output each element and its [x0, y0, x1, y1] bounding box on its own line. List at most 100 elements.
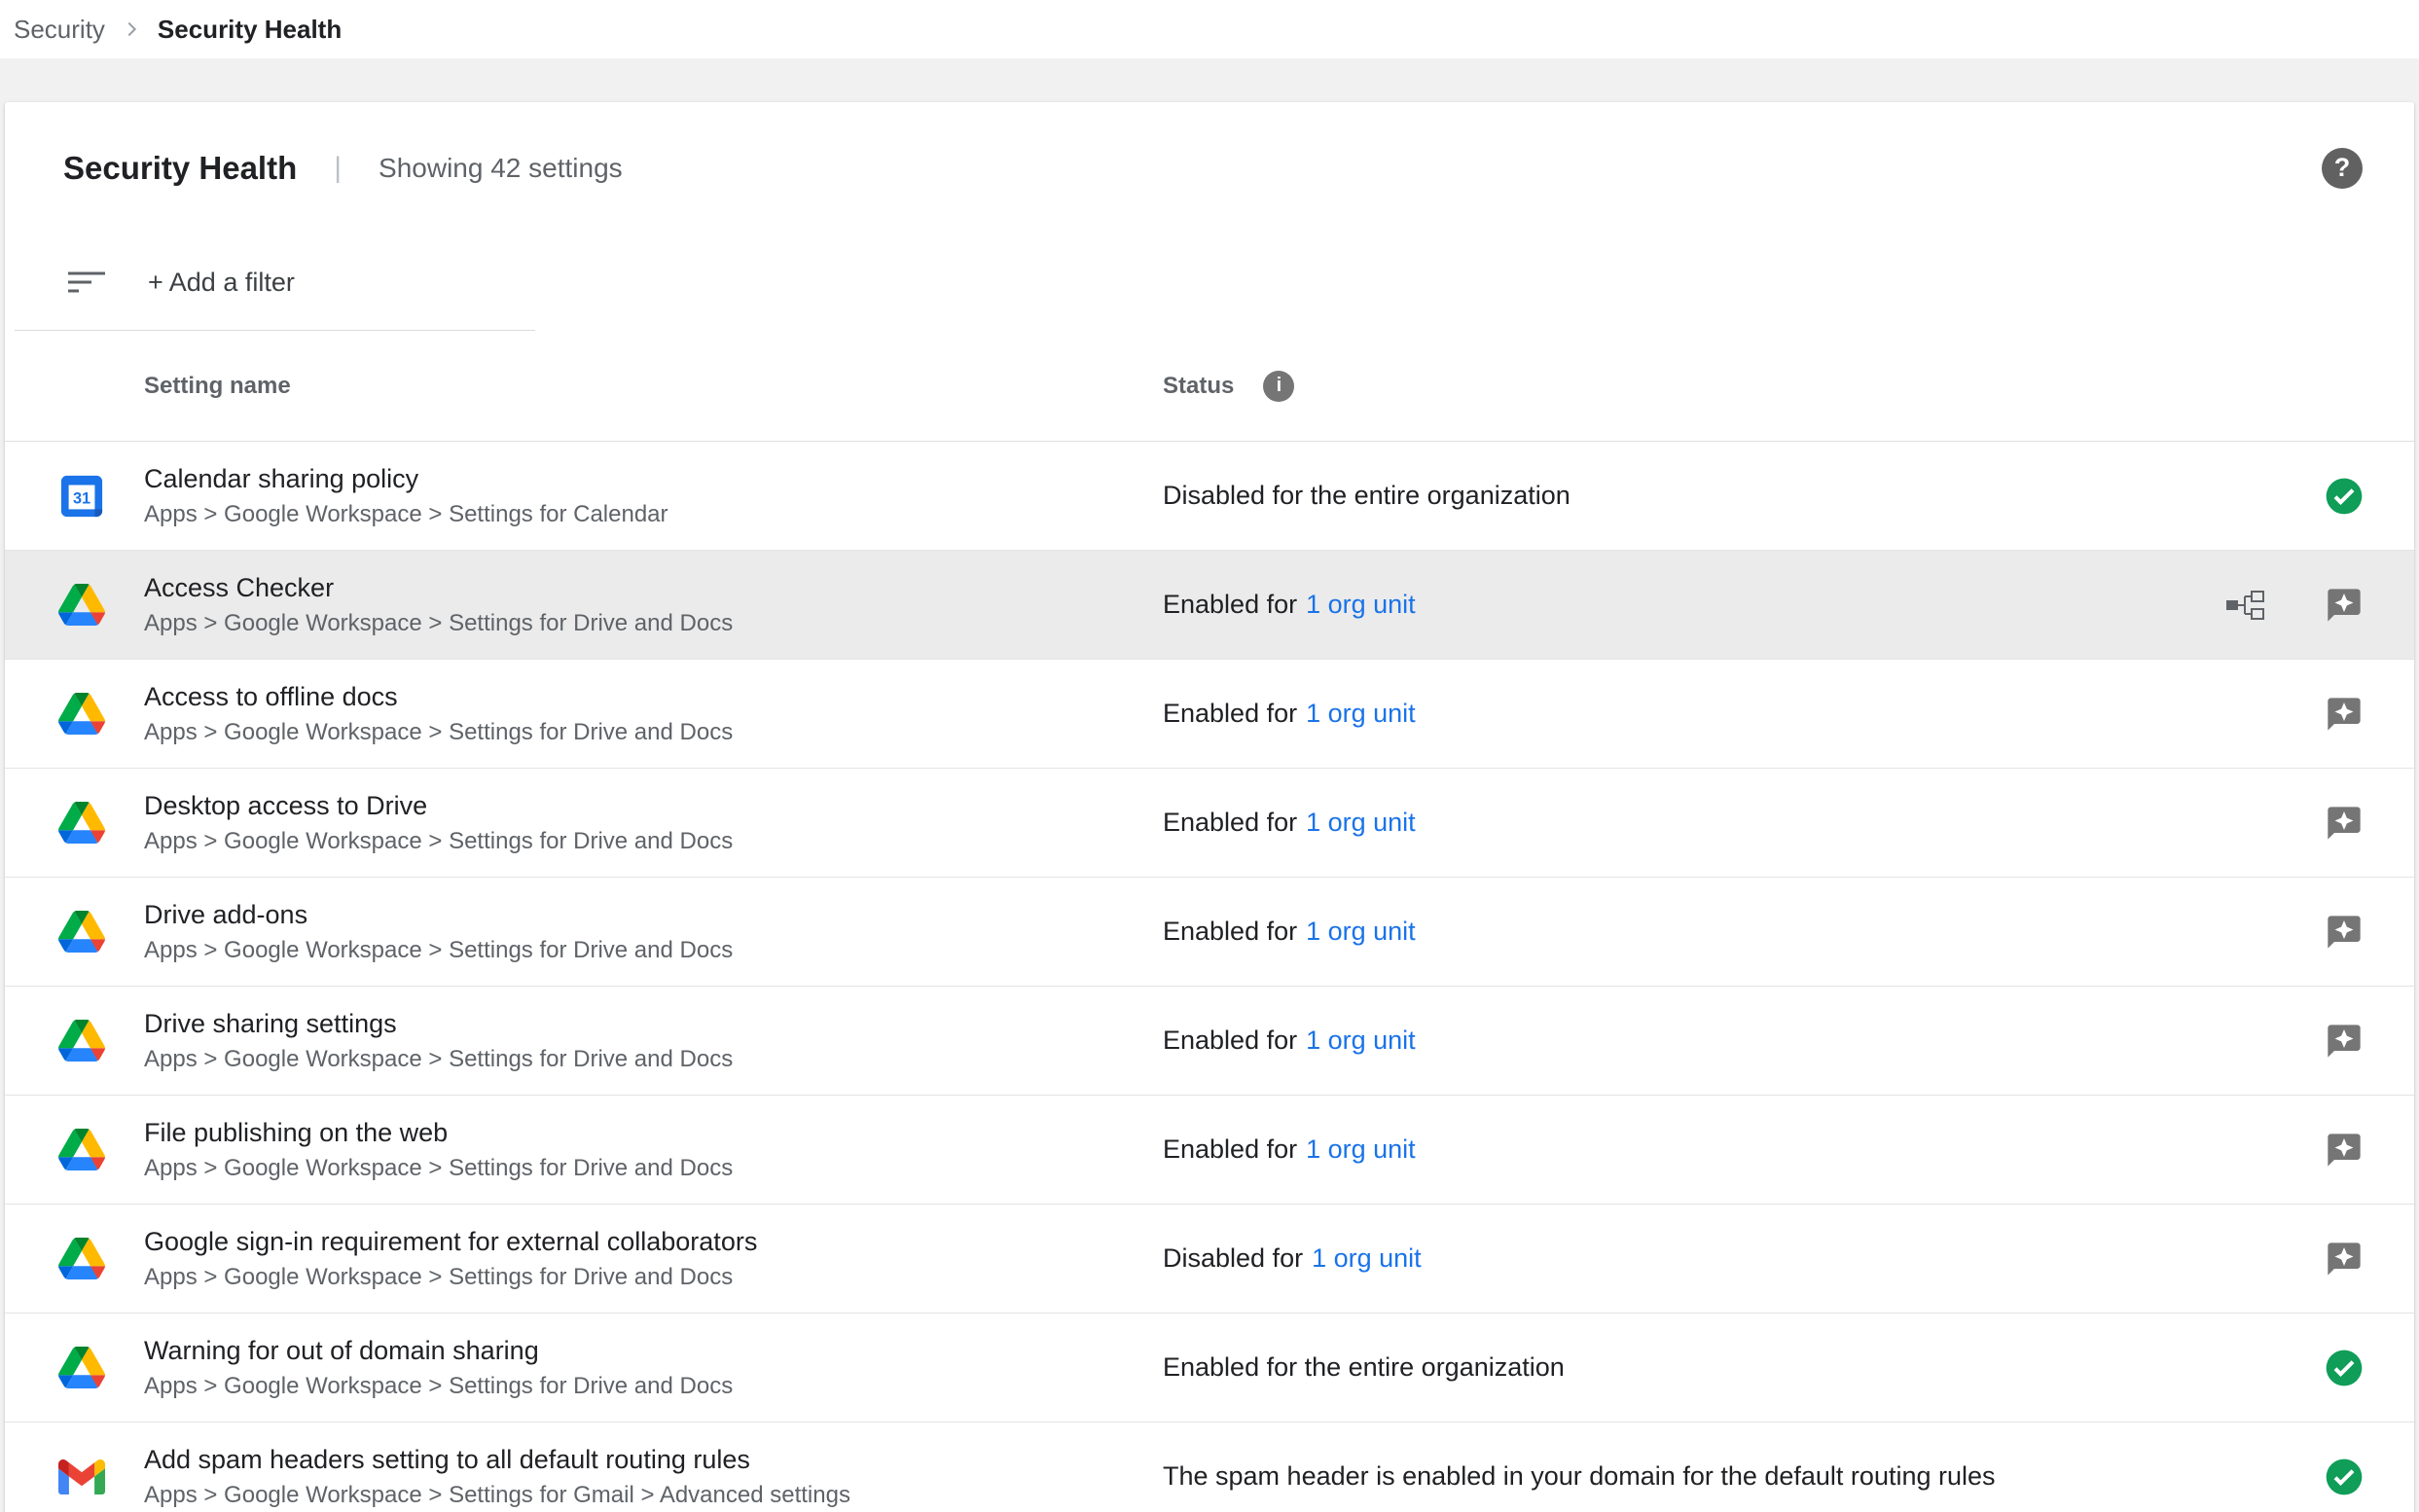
help-icon[interactable]: ? [2322, 148, 2363, 189]
drive-app-icon [58, 691, 105, 738]
status-cell: Disabled for 1 org unit [1163, 1243, 2205, 1274]
setting-name-cell: Desktop access to Drive Apps > Google Wo… [144, 791, 1163, 855]
status-ok-check-icon [2325, 1349, 2364, 1387]
org-unit-link[interactable]: 1 org unit [1306, 808, 1416, 838]
setting-title: Access to offline docs [144, 682, 1163, 712]
breadcrumb-current-page: Security Health [158, 15, 342, 45]
settings-list: 31 Calendar sharing policy Apps > Google… [5, 442, 2414, 1512]
table-row[interactable]: 31 Calendar sharing policy Apps > Google… [5, 442, 2414, 551]
drive-app-icon [58, 1345, 105, 1391]
status-text: Enabled for [1163, 590, 1297, 620]
breadcrumb: Security Security Health [0, 0, 2419, 58]
filter-bar: + Add a filter [5, 234, 2414, 331]
status-cell: Enabled for 1 org unit [1163, 1026, 2205, 1056]
status-cell: Enabled for 1 org unit [1163, 590, 2205, 620]
setting-path: Apps > Google Workspace > Settings for G… [144, 1482, 1163, 1509]
table-row[interactable]: Access Checker Apps > Google Workspace >… [5, 551, 2414, 660]
org-unit-link[interactable]: 1 org unit [1306, 917, 1416, 947]
row-trailing-icons [2205, 1022, 2414, 1061]
org-unit-link[interactable]: 1 org unit [1306, 1026, 1416, 1056]
breadcrumb-parent-security[interactable]: Security [14, 15, 105, 45]
setting-name-cell: Calendar sharing policy Apps > Google Wo… [144, 464, 1163, 528]
setting-title: Google sign-in requirement for external … [144, 1227, 1163, 1257]
setting-path: Apps > Google Workspace > Settings for C… [144, 501, 1163, 528]
setting-name-cell: Drive add-ons Apps > Google Workspace > … [144, 900, 1163, 964]
status-cell: Disabled for the entire organization [1163, 481, 2205, 511]
security-health-card: Security Health | Showing 42 settings ? … [5, 102, 2414, 1512]
card-header: Security Health | Showing 42 settings ? [5, 102, 2414, 234]
table-row[interactable]: Add spam headers setting to all default … [5, 1422, 2414, 1512]
row-trailing-icons [2205, 804, 2414, 843]
setting-path: Apps > Google Workspace > Settings for D… [144, 1264, 1163, 1291]
recommendation-badge-icon[interactable] [2325, 586, 2364, 625]
svg-text:31: 31 [73, 489, 90, 507]
gmail-app-icon [58, 1454, 105, 1500]
setting-path: Apps > Google Workspace > Settings for D… [144, 1155, 1163, 1182]
setting-path: Apps > Google Workspace > Settings for D… [144, 937, 1163, 964]
table-row[interactable]: Desktop access to Drive Apps > Google Wo… [5, 769, 2414, 878]
org-unit-link[interactable]: 1 org unit [1306, 590, 1416, 620]
setting-name-cell: Warning for out of domain sharing Apps >… [144, 1336, 1163, 1400]
title-divider: | [334, 152, 342, 185]
status-cell: Enabled for 1 org unit [1163, 1134, 2205, 1165]
row-trailing-icons [2205, 1131, 2414, 1170]
setting-name-cell: Access to offline docs Apps > Google Wor… [144, 682, 1163, 746]
status-cell: Enabled for 1 org unit [1163, 808, 2205, 838]
status-text: Enabled for [1163, 1026, 1297, 1056]
status-text: Disabled for the entire organization [1163, 481, 1571, 511]
setting-path: Apps > Google Workspace > Settings for D… [144, 828, 1163, 855]
status-text: Enabled for [1163, 917, 1297, 947]
filter-sort-icon[interactable] [66, 267, 107, 298]
filter-underline [15, 330, 535, 331]
setting-name-cell: Access Checker Apps > Google Workspace >… [144, 573, 1163, 637]
status-text: Enabled for [1163, 808, 1297, 838]
status-cell: The spam header is enabled in your domai… [1163, 1461, 2205, 1492]
setting-title: Access Checker [144, 573, 1163, 603]
calendar-app-icon: 31 [58, 473, 105, 520]
table-row[interactable]: Drive sharing settings Apps > Google Wor… [5, 987, 2414, 1096]
org-unit-link[interactable]: 1 org unit [1312, 1243, 1422, 1274]
status-ok-check-icon [2325, 477, 2364, 516]
chevron-right-icon [121, 18, 142, 40]
table-row[interactable]: Access to offline docs Apps > Google Wor… [5, 660, 2414, 769]
status-text: Enabled for [1163, 1134, 1297, 1165]
setting-title: Add spam headers setting to all default … [144, 1445, 1163, 1475]
status-text: The spam header is enabled in your domai… [1163, 1461, 1996, 1492]
recommendation-badge-icon[interactable] [2325, 1022, 2364, 1061]
recommendation-badge-icon[interactable] [2325, 913, 2364, 952]
org-unit-link[interactable]: 1 org unit [1306, 699, 1416, 729]
drive-app-icon [58, 1018, 105, 1064]
settings-count-label: Showing 42 settings [379, 153, 623, 184]
setting-title: File publishing on the web [144, 1118, 1163, 1148]
recommendation-badge-icon[interactable] [2325, 1131, 2364, 1170]
drive-app-icon [58, 909, 105, 955]
setting-path: Apps > Google Workspace > Settings for D… [144, 1373, 1163, 1400]
recommendation-badge-icon[interactable] [2325, 1240, 2364, 1278]
table-row[interactable]: File publishing on the web Apps > Google… [5, 1096, 2414, 1205]
setting-name-cell: Drive sharing settings Apps > Google Wor… [144, 1009, 1163, 1073]
setting-name-cell: Google sign-in requirement for external … [144, 1227, 1163, 1291]
table-row[interactable]: Google sign-in requirement for external … [5, 1205, 2414, 1314]
row-trailing-icons [2205, 695, 2414, 734]
setting-name-cell: File publishing on the web Apps > Google… [144, 1118, 1163, 1182]
setting-title: Drive add-ons [144, 900, 1163, 930]
recommendation-badge-icon[interactable] [2325, 804, 2364, 843]
row-trailing-icons [2205, 586, 2414, 625]
table-row[interactable]: Drive add-ons Apps > Google Workspace > … [5, 878, 2414, 987]
status-info-icon[interactable]: i [1263, 371, 1294, 402]
row-trailing-icons [2205, 1240, 2414, 1278]
status-text: Enabled for [1163, 699, 1297, 729]
drive-app-icon [58, 1236, 105, 1282]
setting-title: Drive sharing settings [144, 1009, 1163, 1039]
status-cell: Enabled for 1 org unit [1163, 917, 2205, 947]
add-filter-button[interactable]: + Add a filter [148, 268, 295, 298]
row-trailing-icons [2205, 1458, 2414, 1496]
setting-title: Calendar sharing policy [144, 464, 1163, 494]
recommendation-badge-icon[interactable] [2325, 695, 2364, 734]
drive-app-icon [58, 582, 105, 629]
org-tree-icon[interactable] [2225, 591, 2264, 620]
column-header-setting-name: Setting name [144, 373, 1163, 400]
table-row[interactable]: Warning for out of domain sharing Apps >… [5, 1314, 2414, 1422]
org-unit-link[interactable]: 1 org unit [1306, 1134, 1416, 1165]
status-cell: Enabled for 1 org unit [1163, 699, 2205, 729]
